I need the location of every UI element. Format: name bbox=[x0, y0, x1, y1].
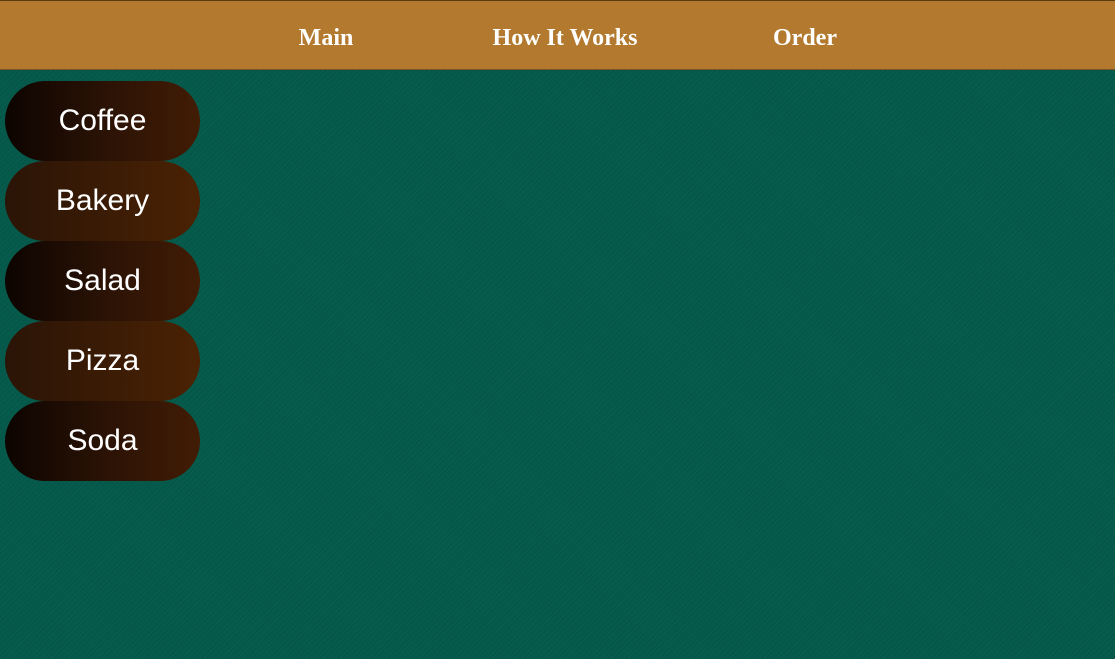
nav-link-main[interactable]: Main bbox=[299, 23, 354, 53]
sidebar-item-soda[interactable]: Soda bbox=[5, 401, 200, 481]
sidebar-item-coffee[interactable]: Coffee bbox=[5, 81, 200, 161]
top-navigation-bar: Main How It Works Order bbox=[0, 0, 1115, 70]
nav-link-order[interactable]: Order bbox=[773, 23, 837, 53]
sidebar-item-salad[interactable]: Salad bbox=[5, 241, 200, 321]
category-sidebar: Coffee Bakery Salad Pizza Soda bbox=[5, 81, 200, 481]
sidebar-item-pizza[interactable]: Pizza bbox=[5, 321, 200, 401]
sidebar-item-bakery[interactable]: Bakery bbox=[5, 161, 200, 241]
nav-link-how-it-works[interactable]: How It Works bbox=[493, 23, 638, 53]
